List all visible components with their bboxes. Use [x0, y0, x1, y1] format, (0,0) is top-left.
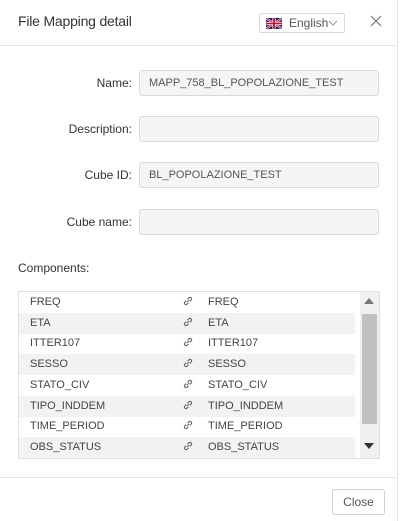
language-label: English — [289, 16, 329, 30]
file-mapping-dialog: File Mapping detail English Name: MAPP_7 — [0, 0, 398, 521]
link-icon — [182, 357, 194, 371]
component-source: ITTER107 — [30, 337, 81, 350]
link-icon — [182, 440, 194, 454]
component-row[interactable]: SESSO SESSO — [19, 354, 355, 376]
component-row[interactable]: OBS_STATUS OBS_STATUS — [19, 436, 355, 458]
component-target: ITTER107 — [208, 337, 259, 350]
components-grid: FREQ FREQ ETA ETA ITTER107 ITTER107 SESSO SESSO… — [18, 291, 380, 459]
close-icon[interactable] — [367, 11, 385, 31]
component-source: OBS_STATUS — [30, 440, 102, 453]
description-label: Description: — [68, 122, 132, 136]
name-label: Name: — [96, 76, 132, 90]
component-row[interactable]: ETA ETA — [19, 312, 355, 334]
component-target: OBS_STATUS — [208, 440, 280, 453]
component-source: SESSO — [30, 358, 68, 371]
link-icon — [182, 295, 194, 309]
component-source: TIPO_INDDEM — [30, 399, 106, 412]
component-target: TIME_PERIOD — [208, 420, 283, 433]
component-source: ETA — [30, 316, 51, 329]
language-select[interactable]: English — [259, 13, 345, 33]
link-icon — [182, 419, 194, 433]
component-target: TIPO_INDDEM — [208, 399, 284, 412]
component-target: ETA — [208, 316, 229, 329]
description-field[interactable] — [139, 116, 379, 142]
link-icon — [182, 378, 194, 392]
cube-id-row: Cube ID: BL_POPOLAZIONE_TEST — [0, 162, 398, 188]
component-target: SESSO — [208, 358, 246, 371]
description-row: Description: — [0, 116, 398, 142]
link-icon — [182, 399, 194, 413]
close-button[interactable]: Close — [332, 489, 385, 515]
cube-id-label: Cube ID: — [84, 168, 132, 182]
name-field[interactable]: MAPP_758_BL_POPOLAZIONE_TEST — [139, 70, 379, 96]
chevron-down-icon — [328, 18, 338, 30]
scroll-down-arrow-icon[interactable] — [364, 443, 374, 449]
component-row[interactable]: TIPO_INDDEM TIPO_INDDEM — [19, 395, 355, 417]
dialog-title: File Mapping detail — [18, 13, 132, 29]
component-row[interactable]: ITTER107 ITTER107 — [19, 333, 355, 354]
dialog-header: File Mapping detail English — [0, 0, 398, 46]
component-source: STATO_CIV — [30, 378, 90, 391]
scroll-thumb[interactable] — [362, 314, 377, 424]
component-source: FREQ — [30, 296, 61, 308]
cube-name-row: Cube name: — [0, 209, 398, 235]
component-row[interactable]: FREQ FREQ — [19, 292, 355, 313]
link-icon — [182, 336, 194, 350]
component-row[interactable]: TIME_PERIOD TIME_PERIOD — [19, 416, 355, 437]
cube-name-field[interactable] — [139, 209, 379, 235]
uk-flag-icon — [266, 17, 282, 29]
component-target: STATO_CIV — [208, 378, 268, 391]
grid-scrollbar[interactable] — [360, 292, 379, 458]
cube-name-label: Cube name: — [66, 215, 132, 229]
scroll-up-arrow-icon[interactable] — [364, 298, 374, 304]
cube-id-field[interactable]: BL_POPOLAZIONE_TEST — [139, 162, 379, 188]
component-target: FREQ — [208, 296, 239, 308]
components-label: Components: — [18, 261, 90, 275]
component-row[interactable]: STATO_CIV STATO_CIV — [19, 375, 355, 396]
dialog-footer: Close — [0, 477, 398, 521]
link-icon — [182, 316, 194, 330]
name-row: Name: MAPP_758_BL_POPOLAZIONE_TEST — [0, 70, 398, 96]
component-source: TIME_PERIOD — [30, 420, 105, 433]
